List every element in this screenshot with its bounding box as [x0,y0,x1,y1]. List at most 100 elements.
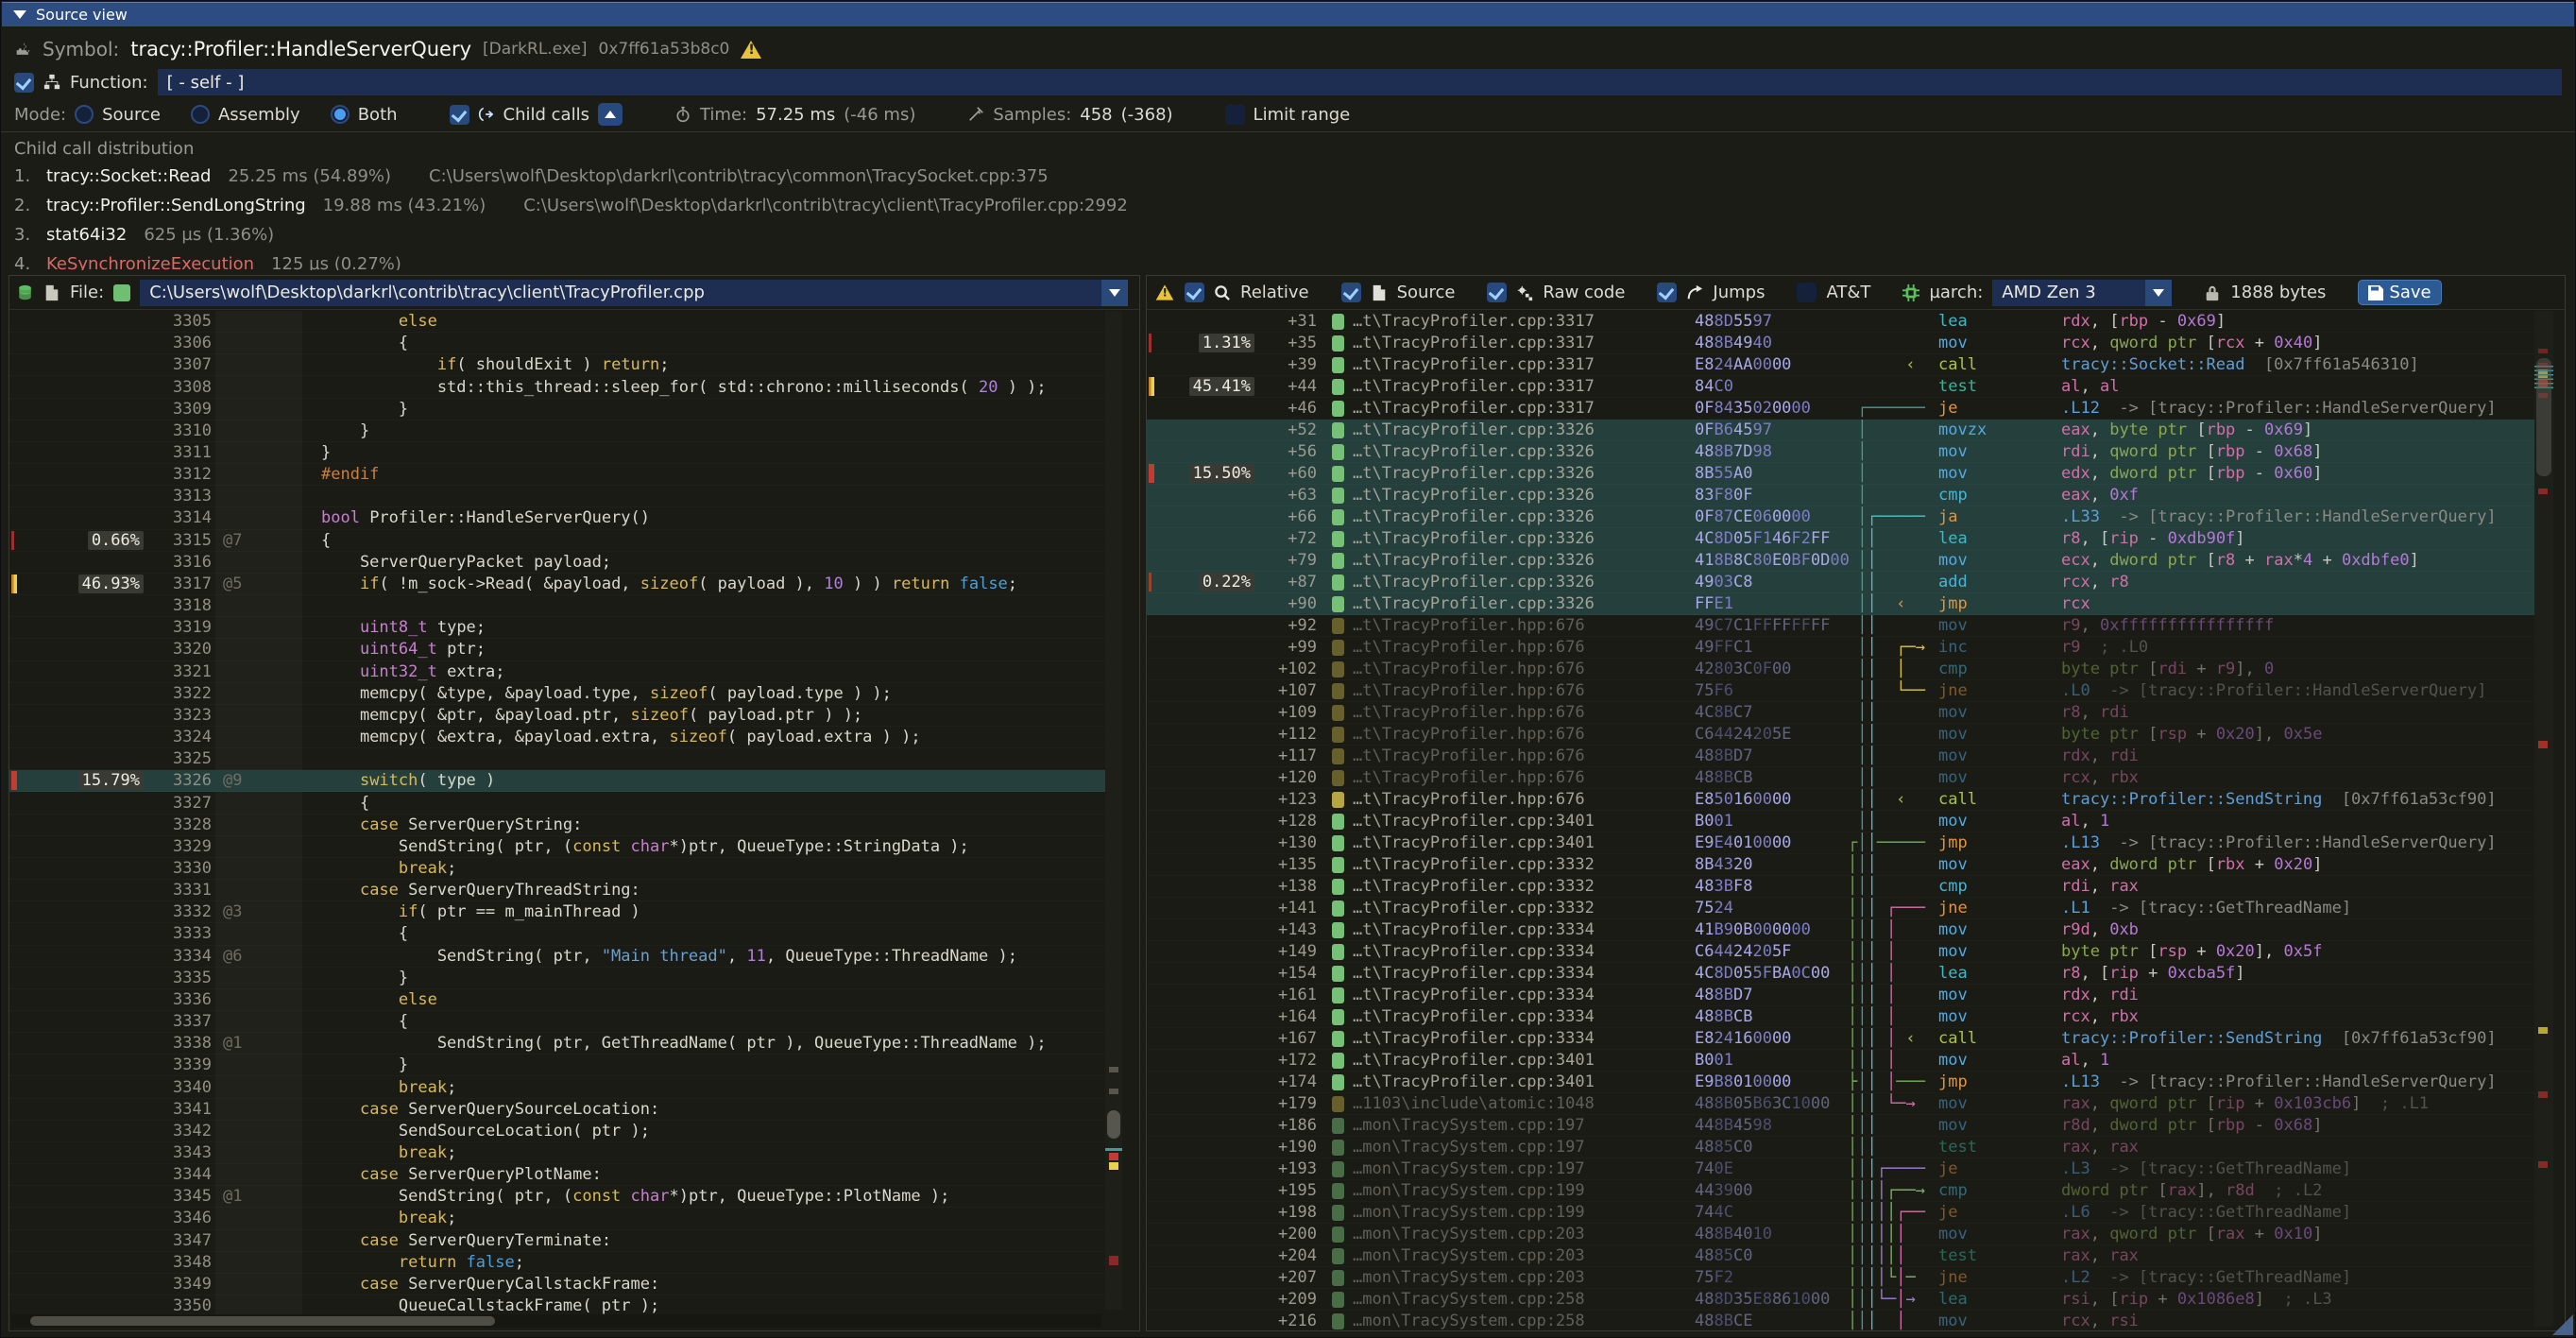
asm-row[interactable]: +149…t\TracyProfiler.cpp:3334C64424205F│… [1147,941,2534,963]
asm-row[interactable]: 1.31%+35…t\TracyProfiler.cpp:3317488B494… [1147,333,2534,354]
asm-row[interactable]: +179…1103\include\atomic:1048488B05B63C1… [1147,1093,2534,1115]
source-row[interactable]: 3345@1 SendString( ptr, (const char*)ptr… [9,1186,1105,1208]
source-row[interactable]: 3322 memcpy( &type, &payload.type, sizeo… [9,683,1105,705]
asm-row[interactable]: +99…t\TracyProfiler.hpp:67649FFC1 ││ ┌─→… [1147,637,2534,659]
source-row[interactable]: 3347 case ServerQueryTerminate: [9,1230,1105,1252]
asm-row[interactable]: +123…t\TracyProfiler.hpp:676E850160000 │… [1147,789,2534,811]
radio-source[interactable] [75,105,94,124]
asm-row[interactable]: +138…t\TracyProfiler.cpp:3332483BF8│││cm… [1147,876,2534,898]
source-checkbox[interactable] [1341,283,1361,302]
source-row[interactable]: 3310 } [9,420,1105,442]
asm-row[interactable]: 15.50%+60…t\TracyProfiler.cpp:33268B55A0… [1147,463,2534,485]
source-row[interactable]: 3348 return false; [9,1252,1105,1274]
source-row[interactable]: 3314bool Profiler::HandleServerQuery() [9,507,1105,529]
child-call-item[interactable]: 1.tracy::Socket::Read25.25 ms (54.89%)C:… [14,163,1049,188]
att-checkbox[interactable] [1797,283,1817,302]
source-row[interactable]: 3325 [9,748,1105,770]
source-row[interactable]: 3336 else [9,989,1105,1011]
asm-row[interactable]: +141…t\TracyProfiler.cpp:33327524│││ ┌──… [1147,898,2534,919]
asm-row[interactable]: +72…t\TracyProfiler.cpp:33264C8D05F146F2… [1147,528,2534,550]
scrollbar-thumb[interactable] [1107,1110,1120,1139]
save-button[interactable]: Save [2358,280,2441,305]
source-row[interactable]: 3349 case ServerQueryCallstackFrame: [9,1274,1105,1295]
asm-row[interactable]: +174…t\TracyProfiler.cpp:3401E9B8010000├… [1147,1072,2534,1093]
source-row[interactable]: 3306 { [9,333,1105,354]
asm-row[interactable]: +190…mon\TracySystem.cpp:1974885C0│││tes… [1147,1137,2534,1158]
asm-row[interactable]: +172…t\TracyProfiler.cpp:3401B001│││ │mo… [1147,1050,2534,1072]
asm-row[interactable]: +135…t\TracyProfiler.cpp:33328B4320│││mo… [1147,854,2534,876]
source-row[interactable]: 15.79%3326@9 switch( type ) [9,770,1105,792]
asm-row[interactable]: +193…mon\TracySystem.cpp:197740E│││┌────… [1147,1158,2534,1180]
source-row[interactable]: 3321 uint32_t extra; [9,661,1105,683]
radio-assembly[interactable] [191,105,210,124]
source-row[interactable]: 3339 } [9,1055,1105,1076]
source-row[interactable]: 3340 break; [9,1076,1105,1098]
source-row[interactable]: 3305 else [9,311,1105,333]
asm-row[interactable]: +186…mon\TracySystem.cpp:197448B4598│││m… [1147,1115,2534,1137]
asm-row[interactable]: +52…t\TracyProfiler.cpp:33260FB64597 │mo… [1147,420,2534,441]
asm-row[interactable]: +200…mon\TracySystem.cpp:203488B4010││││… [1147,1224,2534,1245]
asm-row[interactable]: +92…t\TracyProfiler.hpp:67649C7C1FFFFFFF… [1147,615,2534,637]
asm-row[interactable]: +154…t\TracyProfiler.cpp:33344C8D055FBA0… [1147,963,2534,985]
asm-row[interactable]: +209…mon\TracySystem.cpp:258488D35E88610… [1147,1289,2534,1311]
asm-row[interactable]: +198…mon\TracySystem.cpp:199744C│││││┌──… [1147,1202,2534,1224]
source-row[interactable]: 3308 std::this_thread::sleep_for( std::c… [9,376,1105,398]
source-row[interactable]: 3319 uint8_t type; [9,617,1105,639]
limit-range-checkbox[interactable] [1225,105,1245,125]
asm-row[interactable]: +167…t\TracyProfiler.cpp:3334E824160000│… [1147,1028,2534,1050]
source-row[interactable]: 3320 uint64_t ptr; [9,639,1105,660]
relative-checkbox[interactable] [1185,283,1204,302]
child-call-item[interactable]: 4.KeSynchronizeExecution125 µs (0.27%) [14,251,401,270]
source-row[interactable]: 3324 memcpy( &extra, &payload.extra, siz… [9,727,1105,748]
asm-row[interactable]: 45.41%+44…t\TracyProfiler.cpp:331784C0te… [1147,376,2534,398]
source-row[interactable]: 3335 } [9,968,1105,989]
asm-row[interactable]: +31…t\TracyProfiler.cpp:3317488D5597lear… [1147,311,2534,333]
asm-row[interactable]: +109…t\TracyProfiler.hpp:6764C8BC7 ││mov… [1147,702,2534,724]
file-combo[interactable]: C:\Users\wolf\Desktop\darkrl\contrib\tra… [140,280,1128,306]
source-row[interactable]: 0.66%3315@7{ [9,530,1105,552]
asm-row[interactable]: +66…t\TracyProfiler.cpp:33260F87CE060000… [1147,506,2534,528]
asm-row[interactable]: +112…t\TracyProfiler.hpp:676C64424205E │… [1147,724,2534,746]
asm-row[interactable]: +204…mon\TracySystem.cpp:2034885C0││││││… [1147,1245,2534,1267]
asm-row[interactable]: +130…t\TracyProfiler.cpp:3401E9E4010000┌… [1147,832,2534,854]
source-row[interactable]: 3346 break; [9,1208,1105,1229]
source-row[interactable]: 3330 break; [9,858,1105,880]
asm-row[interactable]: +39…t\TracyProfiler.cpp:3317E824AA0000 ‹… [1147,354,2534,376]
source-row[interactable]: 3329 SendString( ptr, (const char*)ptr, … [9,836,1105,858]
source-row[interactable]: 3311} [9,442,1105,464]
resize-grip[interactable] [2552,1314,2573,1335]
scrollbar-thumb[interactable] [30,1316,495,1326]
source-row[interactable]: 3309 } [9,399,1105,420]
source-row[interactable]: 3334@6 SendString( ptr, "Main thread", 1… [9,946,1105,968]
window-titlebar[interactable]: Source view [2,2,2574,26]
source-row[interactable]: 3333 { [9,923,1105,945]
asm-row[interactable]: +90…t\TracyProfiler.cpp:3326FFE1 ││ ‹ jm… [1147,593,2534,615]
asm-row[interactable]: +128…t\TracyProfiler.cpp:3401B001 ││mova… [1147,811,2534,832]
source-row[interactable]: 3344 case ServerQueryPlotName: [9,1164,1105,1186]
asm-row[interactable]: +63…t\TracyProfiler.cpp:332683F80F │cmpe… [1147,485,2534,506]
asm-row[interactable]: 0.22%+87…t\TracyProfiler.cpp:33264903C8 … [1147,572,2534,593]
source-row[interactable]: 3313 [9,486,1105,507]
radio-both[interactable] [331,105,350,124]
uarch-combo-arrow[interactable] [2145,280,2172,306]
source-row[interactable]: 3323 memcpy( &ptr, &payload.ptr, sizeof(… [9,705,1105,727]
source-row[interactable]: 3327 { [9,792,1105,814]
asm-row[interactable]: +164…t\TracyProfiler.cpp:3334488BCB│││ │… [1147,1006,2534,1028]
child-call-item[interactable]: 2.tracy::Profiler::SendLongString19.88 m… [14,193,1128,217]
source-row[interactable]: 3328 case ServerQueryString: [9,815,1105,836]
scrollbar-thumb[interactable] [2536,358,2551,476]
source-row[interactable]: 3341 case ServerQuerySourceLocation: [9,1099,1105,1121]
child-calls-checkbox[interactable] [450,105,469,125]
asm-row[interactable]: +195…mon\TracySystem.cpp:199443900││││┌─… [1147,1180,2534,1202]
source-vertical-scrollbar[interactable] [1105,311,1122,1310]
asm-row[interactable]: +117…t\TracyProfiler.hpp:676488BD7 ││mov… [1147,746,2534,767]
assembly-vertical-scrollbar[interactable] [2534,311,2553,1327]
asm-row[interactable]: +216…mon\TracySystem.cpp:258488BCE│││ │m… [1147,1311,2534,1330]
source-row[interactable]: 3338@1 SendString( ptr, GetThreadName( p… [9,1033,1105,1055]
collapse-icon[interactable] [13,10,26,19]
child-call-item[interactable]: 3.stat64i32625 µs (1.36%) [14,222,274,247]
asm-row[interactable]: +161…t\TracyProfiler.cpp:3334488BD7│││ │… [1147,985,2534,1006]
asm-row[interactable]: +56…t\TracyProfiler.cpp:3326488B7D98 │mo… [1147,441,2534,463]
uarch-combo[interactable]: AMD Zen 3 [1992,280,2172,306]
jumps-checkbox[interactable] [1657,283,1677,302]
